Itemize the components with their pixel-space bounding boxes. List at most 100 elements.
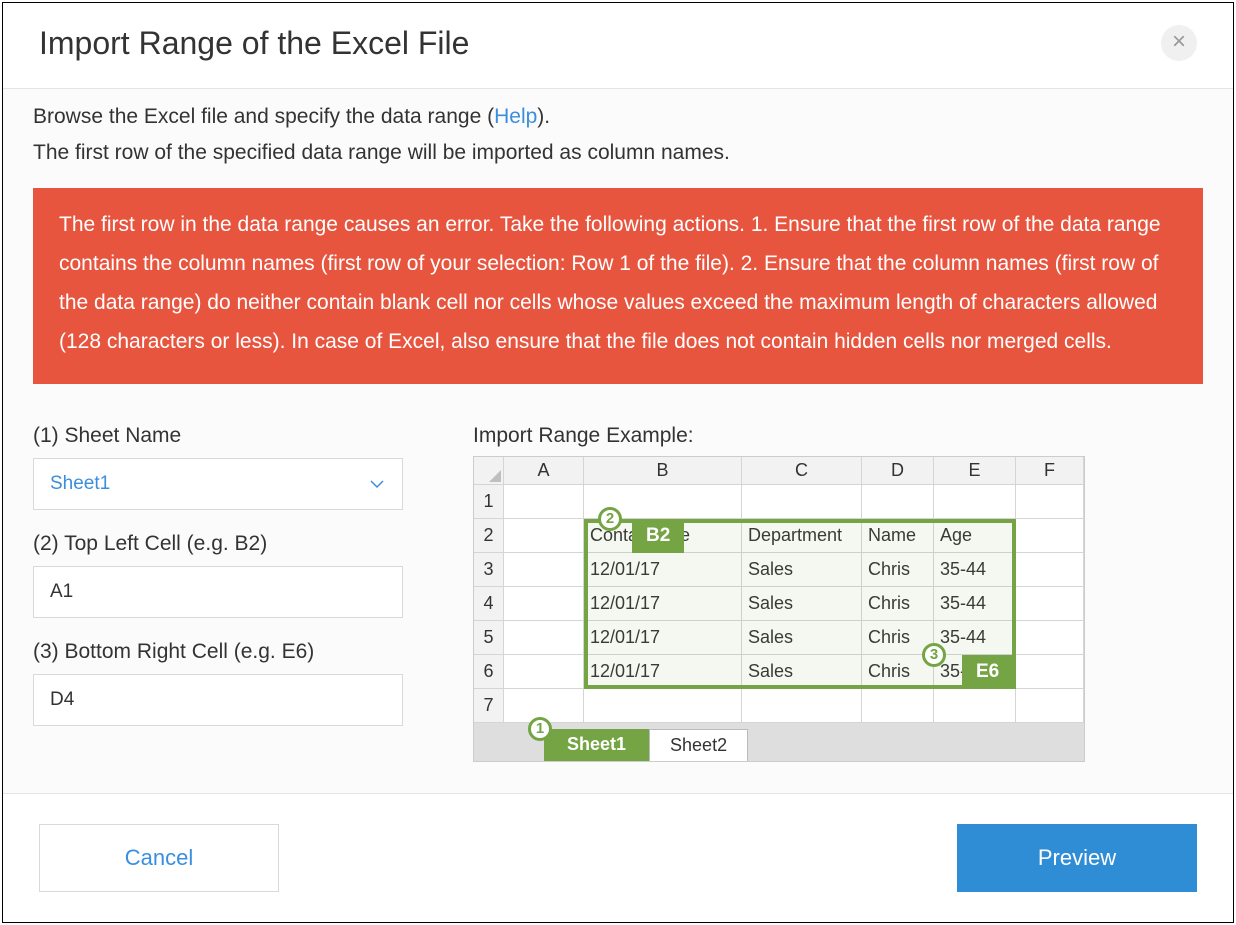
cell [862, 689, 934, 723]
help-link[interactable]: Help [494, 105, 537, 128]
cell [504, 553, 584, 587]
row-header: 5 [474, 621, 504, 655]
cell: Chris [862, 553, 934, 587]
excel-row: 4 12/01/17 Sales Chris 35-44 [474, 587, 1084, 621]
cell: Sales [742, 655, 862, 689]
sheet-tabs: Sheet1 Sheet2 [474, 723, 1084, 761]
form-column: (1) Sheet Name Sheet1 (2) Top Left Cell … [33, 424, 403, 748]
intro-text: Browse the Excel file and specify the da… [33, 99, 1203, 170]
cell [584, 485, 742, 519]
preview-button[interactable]: Preview [957, 824, 1197, 892]
dialog-body[interactable]: Browse the Excel file and specify the da… [3, 88, 1233, 793]
cell: 35-44 [934, 621, 1016, 655]
dialog-footer: Cancel Preview [3, 793, 1233, 922]
sheet-name-field: (1) Sheet Name Sheet1 [33, 424, 403, 510]
import-range-dialog: Import Range of the Excel File × Browse … [2, 2, 1234, 923]
sheet-tab-1: Sheet1 [544, 729, 649, 761]
cell [504, 519, 584, 553]
cell: 12/01/17 [584, 587, 742, 621]
cancel-button[interactable]: Cancel [39, 824, 279, 892]
intro-line1-post: ). [537, 105, 550, 128]
cell [584, 689, 742, 723]
dialog-title: Import Range of the Excel File [39, 25, 469, 62]
intro-line2: The first row of the specified data rang… [33, 141, 730, 164]
cell [1016, 689, 1084, 723]
col-header-D: D [862, 457, 934, 485]
top-left-value: A1 [50, 581, 73, 603]
excel-header-row: A B C D E F [474, 457, 1084, 485]
cell: Name [862, 519, 934, 553]
cell [934, 485, 1016, 519]
row-header: 2 [474, 519, 504, 553]
top-left-input[interactable]: A1 [33, 566, 403, 618]
excel-row: 7 [474, 689, 1084, 723]
cell: 12/01/17 [584, 655, 742, 689]
cell [862, 485, 934, 519]
bottom-right-value: D4 [50, 689, 74, 711]
sheet-name-value: Sheet1 [50, 473, 110, 495]
excel-corner [474, 457, 504, 485]
example-title: Import Range Example: [473, 424, 1203, 448]
cell: 35-44 [934, 655, 1016, 689]
cell: 35-44 [934, 553, 1016, 587]
row-header: 6 [474, 655, 504, 689]
cell: 12/01/17 [584, 621, 742, 655]
bottom-right-field: (3) Bottom Right Cell (e.g. E6) D4 [33, 640, 403, 726]
col-header-F: F [1016, 457, 1084, 485]
cell: 35-44 [934, 587, 1016, 621]
cell: Chris [862, 655, 934, 689]
bottom-right-input[interactable]: D4 [33, 674, 403, 726]
close-button[interactable]: × [1161, 25, 1197, 61]
col-header-B: B [584, 457, 742, 485]
cell: Department [742, 519, 862, 553]
dialog-header: Import Range of the Excel File × [3, 3, 1233, 88]
excel-row: 1 [474, 485, 1084, 519]
excel-row: 2 ContactDate Department Name Age [474, 519, 1084, 553]
cell [504, 655, 584, 689]
excel-example: A B C D E F 1 [473, 456, 1085, 762]
cell: Chris [862, 587, 934, 621]
col-header-C: C [742, 457, 862, 485]
top-left-label: (2) Top Left Cell (e.g. B2) [33, 532, 403, 556]
top-left-field: (2) Top Left Cell (e.g. B2) A1 [33, 532, 403, 618]
row-header: 7 [474, 689, 504, 723]
cell [1016, 553, 1084, 587]
row-header: 4 [474, 587, 504, 621]
cell [742, 689, 862, 723]
error-alert: The first row in the data range causes a… [33, 188, 1203, 383]
cell [504, 587, 584, 621]
cell: ContactDate [584, 519, 742, 553]
cell [1016, 655, 1084, 689]
col-header-E: E [934, 457, 1016, 485]
example-column: Import Range Example: A B C D E F 1 [473, 424, 1203, 762]
row-header: 1 [474, 485, 504, 519]
cell [1016, 621, 1084, 655]
excel-row: 3 12/01/17 Sales Chris 35-44 [474, 553, 1084, 587]
chevron-down-icon [368, 475, 386, 493]
cell [504, 621, 584, 655]
cell: Sales [742, 621, 862, 655]
excel-row: 6 12/01/17 Sales Chris 35-44 [474, 655, 1084, 689]
cell [504, 485, 584, 519]
cell: 12/01/17 [584, 553, 742, 587]
sheet-tab-2: Sheet2 [649, 729, 748, 761]
bottom-right-label: (3) Bottom Right Cell (e.g. E6) [33, 640, 403, 664]
excel-row: 5 12/01/17 Sales Chris 35-44 [474, 621, 1084, 655]
cell [1016, 587, 1084, 621]
sheet-name-label: (1) Sheet Name [33, 424, 403, 448]
intro-line1-pre: Browse the Excel file and specify the da… [33, 105, 494, 128]
cell [742, 485, 862, 519]
content-row: (1) Sheet Name Sheet1 (2) Top Left Cell … [33, 424, 1203, 762]
cell: Chris [862, 621, 934, 655]
cell: Age [934, 519, 1016, 553]
cell [1016, 519, 1084, 553]
sheet-name-select[interactable]: Sheet1 [33, 458, 403, 510]
cell: Sales [742, 553, 862, 587]
close-icon: × [1172, 28, 1186, 55]
row-header: 3 [474, 553, 504, 587]
cell [504, 689, 584, 723]
col-header-A: A [504, 457, 584, 485]
cell [1016, 485, 1084, 519]
cell: Sales [742, 587, 862, 621]
cell [934, 689, 1016, 723]
